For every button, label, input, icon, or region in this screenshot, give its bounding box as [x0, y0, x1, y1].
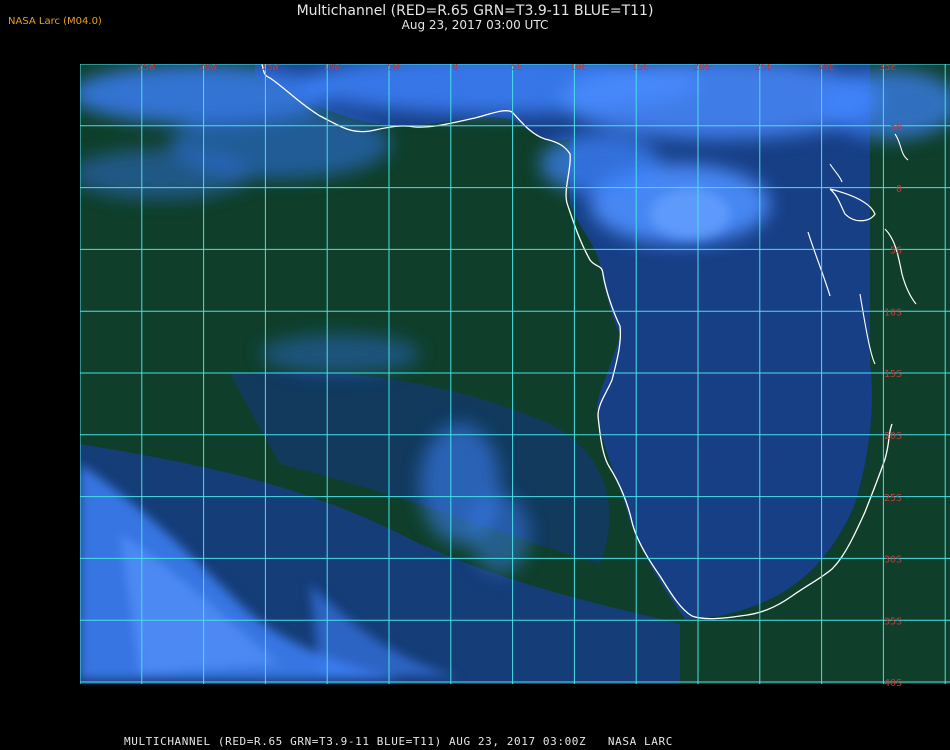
- longitude-label: 20E: [693, 64, 711, 73]
- image-timestamp: Aug 23, 2017 03:00 UTC: [401, 18, 549, 32]
- longitude-label: 30E: [817, 64, 835, 73]
- longitude-label: 20W: [199, 64, 218, 73]
- longitude-label: 35E: [879, 64, 897, 73]
- latitude-label: 40S: [884, 678, 902, 689]
- latitude-label: 15S: [884, 369, 902, 380]
- image-title: Multichannel (RED=R.65 GRN=T3.9-11 BLUE=…: [296, 3, 654, 19]
- longitude-label: 10E: [570, 64, 588, 73]
- latitude-label: 5N: [890, 122, 902, 133]
- latitude-label: 10S: [884, 307, 902, 318]
- latitude-label: 30S: [884, 555, 902, 566]
- longitude-label: 15E: [631, 64, 649, 73]
- longitude-label: 10W: [322, 64, 341, 73]
- latitude-label: 25S: [884, 493, 902, 504]
- longitude-label: 5E: [511, 64, 523, 73]
- footer-caption: MULTICHANNEL (RED=R.65 GRN=T3.9-11 BLUE=…: [124, 735, 673, 748]
- longitude-label: 5W: [387, 64, 400, 73]
- longitude-label: 25W: [137, 64, 156, 73]
- latitude-label: 5S: [890, 246, 902, 257]
- longitude-label: 0: [452, 64, 458, 73]
- latitude-label: 0: [896, 184, 902, 195]
- satellite-imagery: 25W 20W 15W 10W 5W 0 5E 10E 15E 20E 25E 30E 35E 5N 0 5…: [80, 64, 950, 727]
- longitude-label: 25E: [755, 64, 773, 73]
- latitude-label: 20S: [884, 431, 902, 442]
- longitude-label: 15W: [261, 64, 280, 73]
- satellite-map: 25W 20W 15W 10W 5W 0 5E 10E 15E 20E 25E 30E 35E 5N 0 5…: [80, 64, 950, 727]
- latitude-label: 35S: [884, 616, 902, 627]
